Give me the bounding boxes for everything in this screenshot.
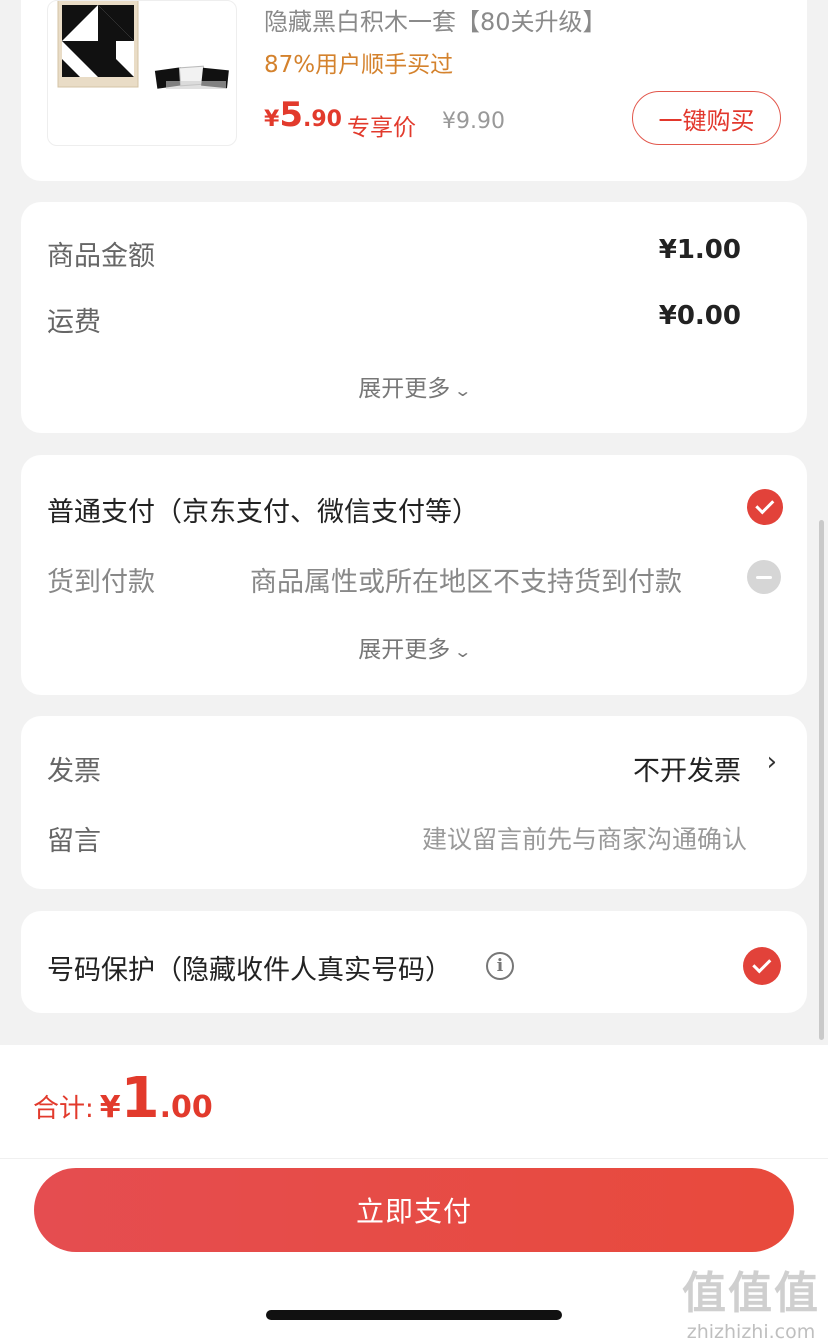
goods-amount-label: 商品金额 [47,241,155,272]
invoice-value[interactable]: 不开发票 [633,749,741,788]
total-decimal: .00 [159,1090,213,1125]
expand-more-amount[interactable]: 展开更多 ⌄ [21,369,807,403]
shipping-label: 运费 [47,307,101,338]
number-protection-label: 号码保护（隐藏收件人真实号码） [47,955,452,986]
invoice-label: 发票 [47,756,101,787]
total-integer: 1 [120,1066,160,1131]
pay-now-button[interactable]: 立即支付 [34,1168,794,1252]
expand-more-label: 展开更多 [358,637,451,663]
message-input[interactable]: 建议留言前先与商家沟通确认 [422,820,747,856]
product-title[interactable]: 隐藏黑白积木一套【80关升级】 [264,2,607,37]
chevron-right-icon[interactable]: › [767,747,777,777]
original-price: ¥9.90 [442,109,505,134]
expand-more-payment[interactable]: 展开更多 ⌄ [21,630,807,664]
watermark: 值值值 zhizhizhi.com [682,1257,820,1339]
shipping-value: ¥0.00 [658,301,741,331]
product-thumbnail[interactable] [47,0,237,146]
amount-card: 商品金额 ¥1.00 运费 ¥0.00 展开更多 ⌄ [21,202,807,433]
cod-payment-option: 货到付款 [47,567,155,598]
home-indicator[interactable] [266,1310,562,1320]
divider [0,1158,828,1159]
watermark-url: zhizhizhi.com [686,1321,816,1339]
checked-icon[interactable] [743,947,781,985]
order-total: 合计: ¥1.00 [33,1071,213,1127]
watermark-logo: 值值值 [682,1268,820,1319]
number-protection-card: 号码保护（隐藏收件人真实号码） i [21,911,807,1013]
product-repurchase-rate: 87%用户顺手买过 [264,52,454,78]
chevron-down-icon: ⌄ [453,381,473,400]
price-currency: ¥ [264,107,280,132]
message-label: 留言 [47,826,101,857]
block-puzzle-image [57,1,229,89]
one-click-buy-button[interactable]: 一键购买 [632,91,781,145]
info-icon[interactable]: i [486,952,514,980]
goods-amount-value: ¥1.00 [658,235,741,265]
expand-more-label: 展开更多 [358,376,451,402]
total-currency: ¥ [99,1090,121,1125]
total-label: 合计: [33,1094,94,1124]
normal-payment-option[interactable]: 普通支付（京东支付、微信支付等） [47,490,479,529]
chevron-down-icon: ⌄ [453,642,473,661]
product-card: 隐藏黑白积木一套【80关升级】 87%用户顺手买过 ¥5.90 专享价 ¥9.9… [21,0,807,181]
checkout-bar: 合计: ¥1.00 立即支付 值值值 zhizhizhi.com [0,1045,828,1339]
price-decimal: .90 [302,107,342,132]
product-price: ¥5.90 [264,98,342,132]
price-integer: 5 [279,95,303,135]
exclusive-price-tag: 专享价 [347,115,416,141]
scrollbar[interactable] [819,520,824,1040]
payment-method-card: 普通支付（京东支付、微信支付等） 货到付款 商品属性或所在地区不支持货到付款 展… [21,455,807,695]
invoice-message-card: 发票 不开发票 › 留言 建议留言前先与商家沟通确认 [21,716,807,889]
checked-icon[interactable] [747,489,783,525]
cod-unavailable-note: 商品属性或所在地区不支持货到付款 [250,567,682,598]
disabled-icon [747,560,781,594]
